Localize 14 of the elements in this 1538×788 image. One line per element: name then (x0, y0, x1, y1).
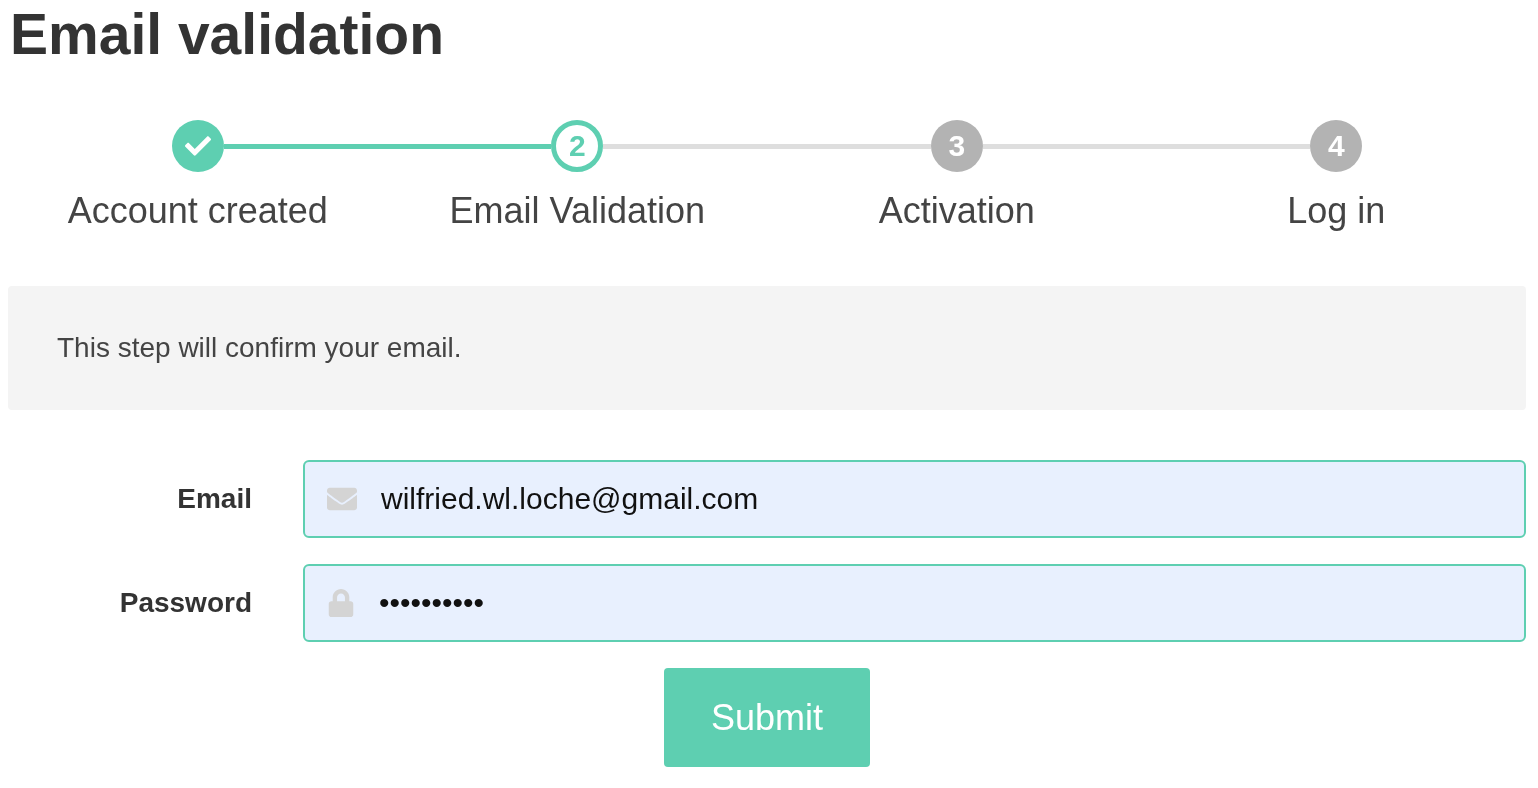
field-label: Password (118, 587, 252, 619)
step-number: 4 (1310, 120, 1363, 172)
lock-icon (327, 589, 355, 617)
step-label: Activation (878, 190, 1035, 232)
step-label: Log in (1287, 190, 1386, 232)
field-label: Email (176, 483, 252, 515)
step-label: Email Validation (449, 190, 705, 232)
page-title: Email validation (9, 1, 445, 68)
step-label: Account created (67, 190, 328, 232)
step-number: 3 (930, 120, 983, 172)
email-field[interactable]: wilfried.wl.loche@gmail.com (303, 460, 1526, 538)
password-field[interactable]: •••••••••• (303, 564, 1526, 642)
info-message: This step will confirm your email. (8, 286, 1526, 410)
step-number: 2 (551, 120, 604, 172)
